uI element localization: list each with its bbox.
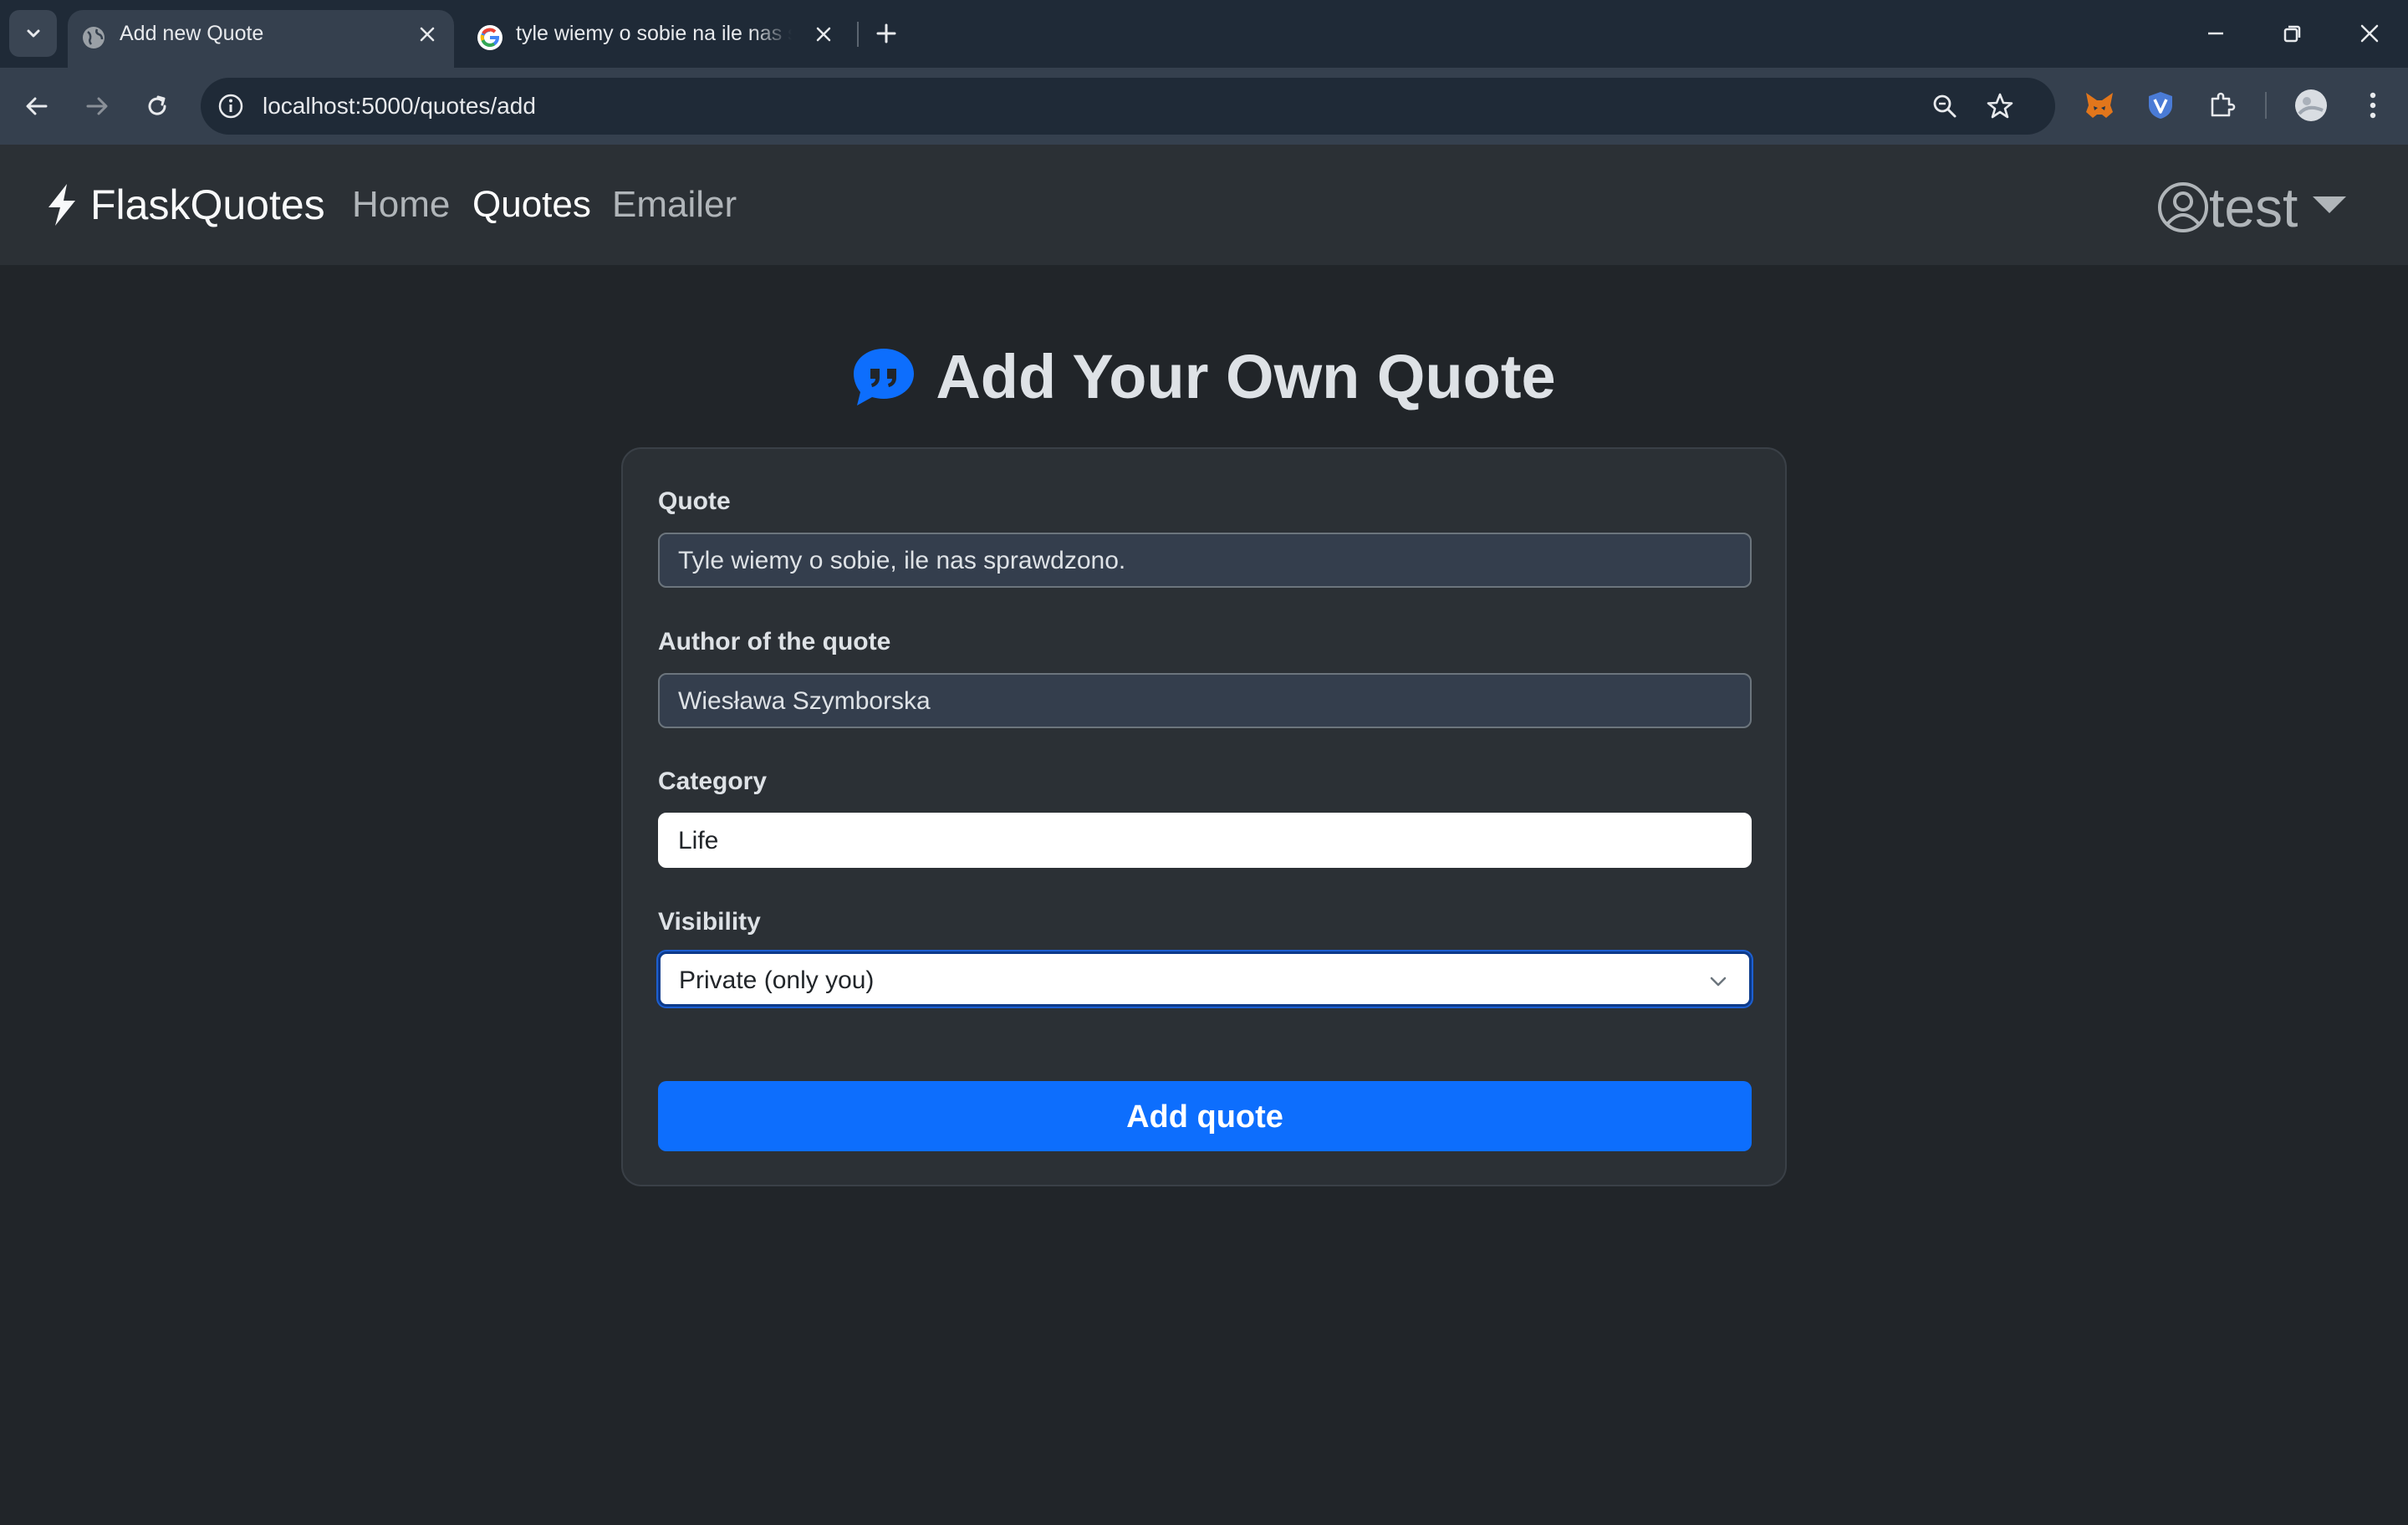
page-title: Add Your Own Quote <box>936 342 1556 411</box>
bookmark-star-icon[interactable] <box>1983 89 2017 123</box>
browser-tab-strip: Add new Quote tyle wiemy o sobie na ile … <box>0 0 2408 68</box>
page-heading: Add Your Own Quote <box>0 339 2408 416</box>
site-info-icon[interactable] <box>214 89 247 123</box>
chevron-down-icon <box>27 29 39 38</box>
nav-link-home[interactable]: Home <box>352 178 450 232</box>
tab-title: tyle wiemy o sobie na ile nas sprawdzono <box>516 22 792 45</box>
visibility-select[interactable]: Private (only you) <box>658 951 1752 1007</box>
app-navbar: FlaskQuotes Home Quotes Emailer test <box>0 145 2408 265</box>
quote-input[interactable]: Tyle wiemy o sobie, ile nas sprawdzono. <box>658 533 1752 588</box>
extensions-puzzle-icon[interactable] <box>2205 89 2238 122</box>
browser-tab[interactable]: tyle wiemy o sobie na ile nas sprawdzono <box>464 10 850 68</box>
forward-button[interactable] <box>77 86 117 126</box>
tab-title: Add new Quote <box>120 22 264 45</box>
browser-tab-active[interactable]: Add new Quote <box>68 10 454 68</box>
reload-icon <box>148 95 166 115</box>
tab-search-button[interactable] <box>9 10 57 57</box>
add-quote-form: Quote Tyle wiemy o sobie, ile nas sprawd… <box>621 447 1787 1186</box>
back-button[interactable] <box>17 86 57 126</box>
author-input[interactable]: Wiesława Szymborska <box>658 673 1752 728</box>
minimize-button[interactable] <box>2199 17 2232 50</box>
plus-icon <box>876 23 896 43</box>
new-tab-button[interactable] <box>870 17 903 50</box>
toolbar-divider <box>2265 92 2267 119</box>
close-tab-icon[interactable] <box>416 23 439 46</box>
quote-chat-icon <box>854 349 915 405</box>
minimize-icon <box>2208 32 2223 35</box>
brand-name: FlaskQuotes <box>90 181 325 228</box>
browser-menu-icon[interactable] <box>2356 89 2390 122</box>
quote-label: Quote <box>658 487 731 515</box>
chevron-down-icon <box>1710 977 1727 987</box>
tab-divider <box>857 22 859 47</box>
lightning-bolt-icon <box>48 184 75 226</box>
profile-avatar[interactable] <box>2294 89 2328 122</box>
browser-toolbar: localhost:5000/quotes/add <box>0 68 2408 145</box>
metamask-extension-icon[interactable] <box>2083 89 2116 122</box>
restore-icon <box>2283 25 2301 43</box>
globe-icon <box>83 27 105 48</box>
person-circle-icon <box>2158 182 2208 232</box>
nav-link-quotes[interactable]: Quotes <box>472 178 591 232</box>
caret-down-icon <box>2313 196 2347 213</box>
visibility-selected-value: Private (only you) <box>679 967 875 994</box>
add-quote-button[interactable]: Add quote <box>658 1081 1752 1151</box>
zoom-icon[interactable] <box>1928 89 1962 123</box>
author-label: Author of the quote <box>658 628 891 655</box>
user-menu-dropdown[interactable]: test <box>2157 176 2347 238</box>
category-input[interactable]: Life <box>658 813 1752 868</box>
close-icon <box>2360 24 2379 43</box>
url-text[interactable]: localhost:5000/quotes/add <box>263 78 536 135</box>
user-name: test <box>2209 176 2298 238</box>
close-window-button[interactable] <box>2353 17 2386 50</box>
arrow-left-icon <box>26 97 48 115</box>
category-label: Category <box>658 768 768 795</box>
reload-button[interactable] <box>137 86 177 126</box>
brand-link[interactable]: FlaskQuotes <box>43 178 325 232</box>
google-icon <box>477 25 503 50</box>
visibility-label: Visibility <box>658 908 761 936</box>
close-tab-icon[interactable] <box>812 23 835 46</box>
nav-link-emailer[interactable]: Emailer <box>612 178 737 232</box>
address-bar[interactable]: localhost:5000/quotes/add <box>201 78 2055 135</box>
vpn-extension-icon[interactable] <box>2144 89 2177 122</box>
arrow-right-icon <box>86 97 108 115</box>
restore-button[interactable] <box>2276 17 2309 50</box>
